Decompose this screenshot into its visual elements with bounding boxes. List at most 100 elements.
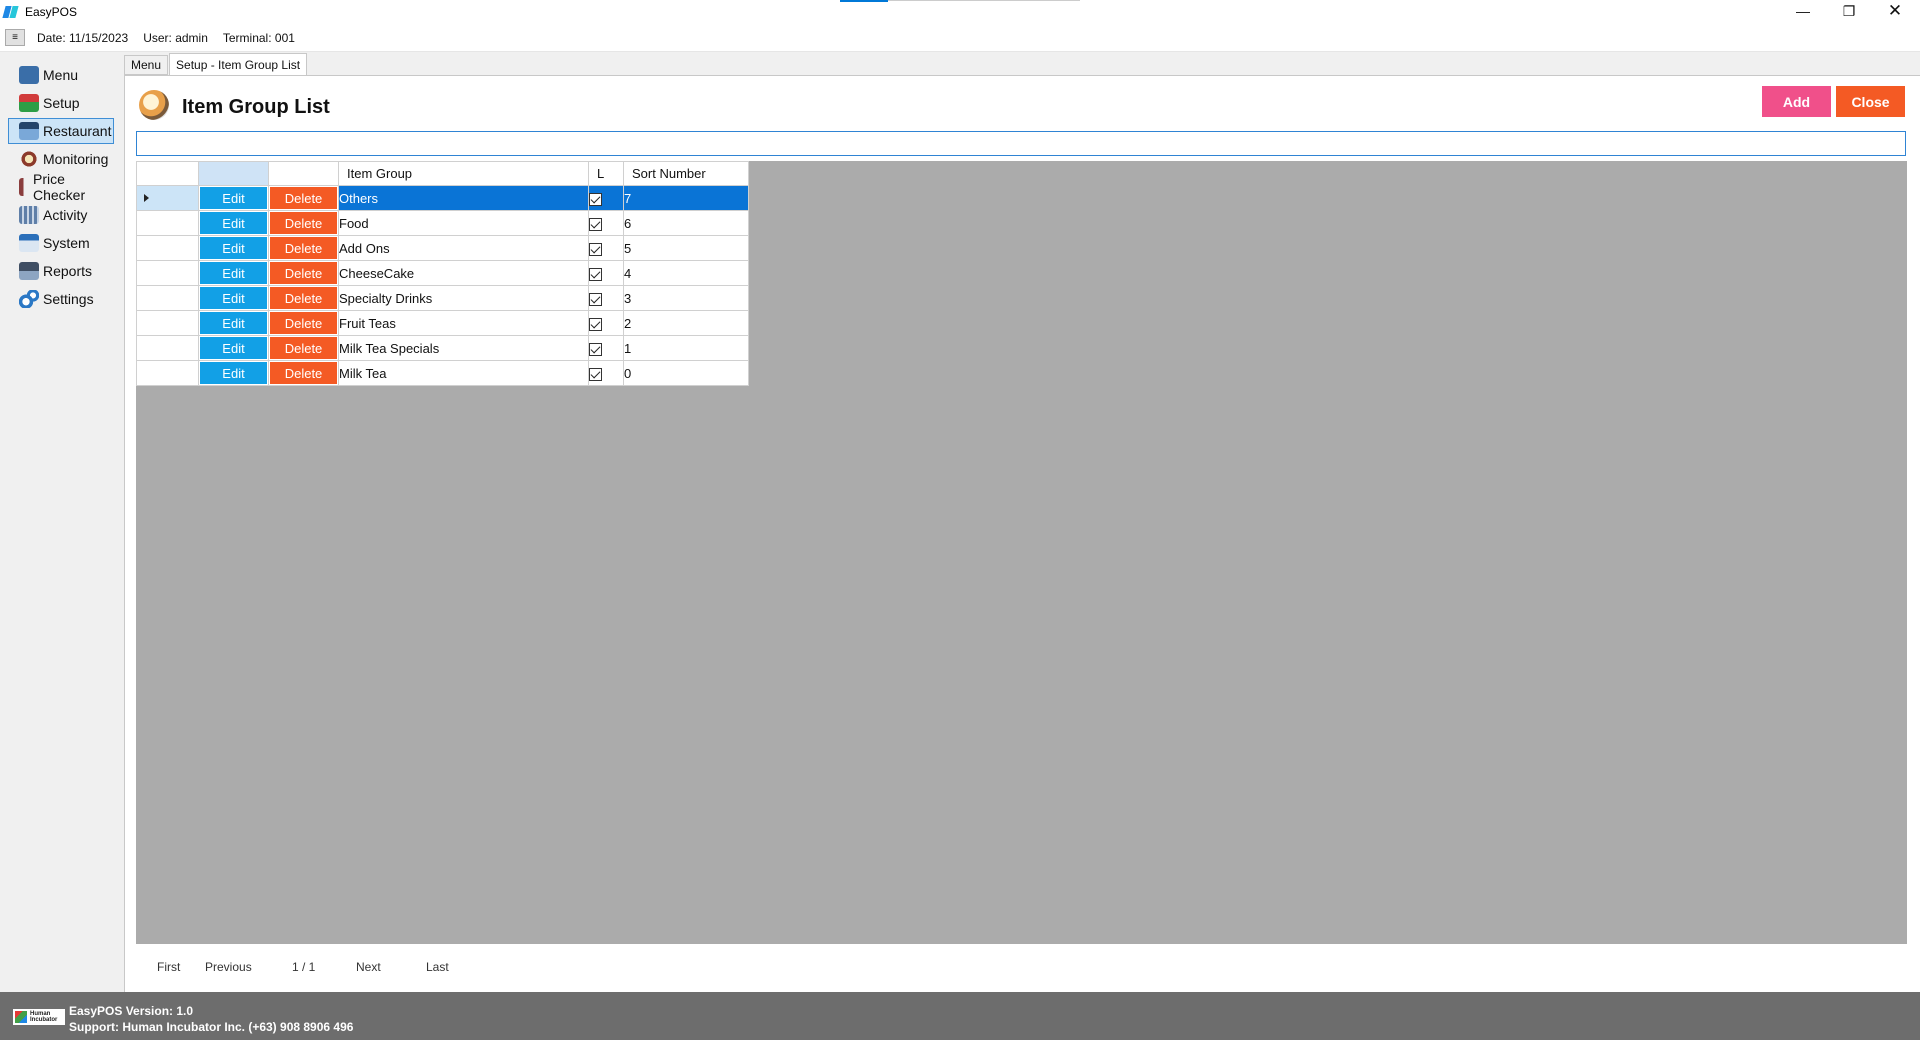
item-group-cell[interactable]: CheeseCake <box>338 260 589 286</box>
item-group-cell[interactable]: Others <box>338 185 589 211</box>
row-header[interactable] <box>136 185 199 211</box>
menu-toggle-button[interactable]: ≡ <box>5 29 25 46</box>
restaurant-icon <box>19 122 39 140</box>
sort-number-cell[interactable]: 3 <box>623 285 749 311</box>
sidebar-item-label: Settings <box>43 291 94 307</box>
item-group-cell[interactable]: Food <box>338 210 589 236</box>
delete-button[interactable]: Delete <box>270 262 337 284</box>
row-header[interactable] <box>136 360 199 386</box>
pager-last-button[interactable]: Last <box>426 960 449 974</box>
edit-button[interactable]: Edit <box>200 187 267 209</box>
table-row[interactable]: Edit Delete Fruit Teas 2 <box>136 310 749 336</box>
row-header[interactable] <box>136 310 199 336</box>
sort-number-cell[interactable]: 4 <box>623 260 749 286</box>
sort-number-column-header[interactable]: Sort Number <box>623 161 749 186</box>
close-button[interactable]: Close <box>1836 86 1905 117</box>
row-header[interactable] <box>136 285 199 311</box>
edit-button[interactable]: Edit <box>200 287 267 309</box>
delete-button[interactable]: Delete <box>270 187 337 209</box>
sort-number-cell[interactable]: 6 <box>623 210 749 236</box>
system-icon <box>19 234 39 252</box>
title-progress-accent <box>840 0 888 2</box>
locked-cell[interactable] <box>588 210 624 236</box>
sidebar-item-label: Reports <box>43 263 93 279</box>
sort-number-cell[interactable]: 0 <box>623 360 749 386</box>
edit-button[interactable]: Edit <box>200 212 267 234</box>
delete-cell: Delete <box>268 285 339 311</box>
table-row[interactable]: Edit Delete CheeseCake 4 <box>136 260 749 286</box>
pager: First Previous 1 / 1 Next Last <box>125 960 725 980</box>
sidebar-item-label: Activity <box>43 207 88 223</box>
item-group-cell[interactable]: Milk Tea <box>338 360 589 386</box>
pager-first-button[interactable]: First <box>157 960 180 974</box>
locked-cell[interactable] <box>588 310 624 336</box>
sidebar-item-menu[interactable]: Menu <box>8 62 114 88</box>
version-label: EasyPOS Version: 1.0 <box>69 1004 194 1018</box>
restore-button[interactable]: ❐ <box>1826 0 1872 22</box>
delete-button[interactable]: Delete <box>270 337 337 359</box>
row-header[interactable] <box>136 335 199 361</box>
tab-menu[interactable]: Menu <box>124 55 169 75</box>
sidebar-item-restaurant[interactable]: Restaurant <box>8 118 114 144</box>
pager-previous-button[interactable]: Previous <box>205 960 252 974</box>
sidebar: Menu Setup Restaurant Monitoring Price C… <box>0 52 122 992</box>
item-group-cell[interactable]: Specialty Drinks <box>338 285 589 311</box>
delete-button[interactable]: Delete <box>270 212 337 234</box>
minimize-button[interactable]: — <box>1780 0 1826 22</box>
item-group-cell[interactable]: Fruit Teas <box>338 310 589 336</box>
locked-cell[interactable] <box>588 285 624 311</box>
sort-number-cell[interactable]: 7 <box>623 185 749 211</box>
sidebar-item-monitoring[interactable]: Monitoring <box>8 146 114 172</box>
edit-button[interactable]: Edit <box>200 312 267 334</box>
table-row[interactable]: Edit Delete Specialty Drinks 3 <box>136 285 749 311</box>
locked-cell[interactable] <box>588 185 624 211</box>
edit-button[interactable]: Edit <box>200 362 267 384</box>
locked-column-header[interactable]: L <box>588 161 624 186</box>
delete-button[interactable]: Delete <box>270 237 337 259</box>
sidebar-item-settings[interactable]: Settings <box>8 286 114 312</box>
table-row[interactable]: Edit Delete Food 6 <box>136 210 749 236</box>
edit-button[interactable]: Edit <box>200 262 267 284</box>
delete-column-header[interactable] <box>268 161 339 186</box>
locked-cell[interactable] <box>588 260 624 286</box>
sort-number-cell[interactable]: 1 <box>623 335 749 361</box>
row-header[interactable] <box>136 210 199 236</box>
search-input[interactable] <box>136 131 1906 156</box>
minimize-icon: — <box>1796 3 1810 19</box>
sidebar-item-price-checker[interactable]: Price Checker <box>8 171 114 203</box>
edit-button[interactable]: Edit <box>200 337 267 359</box>
delete-button[interactable]: Delete <box>270 362 337 384</box>
table-row[interactable]: Edit Delete Milk Tea 0 <box>136 360 749 386</box>
sidebar-item-activity[interactable]: Activity <box>8 202 114 228</box>
sidebar-item-label: System <box>43 235 90 251</box>
tab-item-group-list[interactable]: Setup - Item Group List <box>169 53 308 75</box>
sidebar-item-setup[interactable]: Setup <box>8 90 114 116</box>
delete-cell: Delete <box>268 185 339 211</box>
sort-number-cell[interactable]: 5 <box>623 235 749 261</box>
row-header[interactable] <box>136 235 199 261</box>
pager-page-indicator: 1 / 1 <box>292 960 316 974</box>
sort-number-cell[interactable]: 2 <box>623 310 749 336</box>
edit-column-header[interactable] <box>198 161 269 186</box>
item-group-cell[interactable]: Milk Tea Specials <box>338 335 589 361</box>
locked-cell[interactable] <box>588 235 624 261</box>
window-close-button[interactable]: ✕ <box>1872 0 1918 22</box>
delete-button[interactable]: Delete <box>270 312 337 334</box>
locked-cell[interactable] <box>588 360 624 386</box>
item-group-cell[interactable]: Add Ons <box>338 235 589 261</box>
table-row[interactable]: Edit Delete Add Ons 5 <box>136 235 749 261</box>
locked-checkbox-icon <box>589 342 602 356</box>
edit-button[interactable]: Edit <box>200 237 267 259</box>
edit-cell: Edit <box>198 310 269 336</box>
easypos-app-icon <box>4 5 18 19</box>
table-row[interactable]: Edit Delete Others 7 <box>136 185 749 211</box>
add-button[interactable]: Add <box>1762 86 1831 117</box>
sidebar-item-system[interactable]: System <box>8 230 114 256</box>
item-group-column-header[interactable]: Item Group <box>338 161 589 186</box>
table-row[interactable]: Edit Delete Milk Tea Specials 1 <box>136 335 749 361</box>
locked-cell[interactable] <box>588 335 624 361</box>
sidebar-item-reports[interactable]: Reports <box>8 258 114 284</box>
pager-next-button[interactable]: Next <box>356 960 381 974</box>
delete-button[interactable]: Delete <box>270 287 337 309</box>
row-header[interactable] <box>136 260 199 286</box>
